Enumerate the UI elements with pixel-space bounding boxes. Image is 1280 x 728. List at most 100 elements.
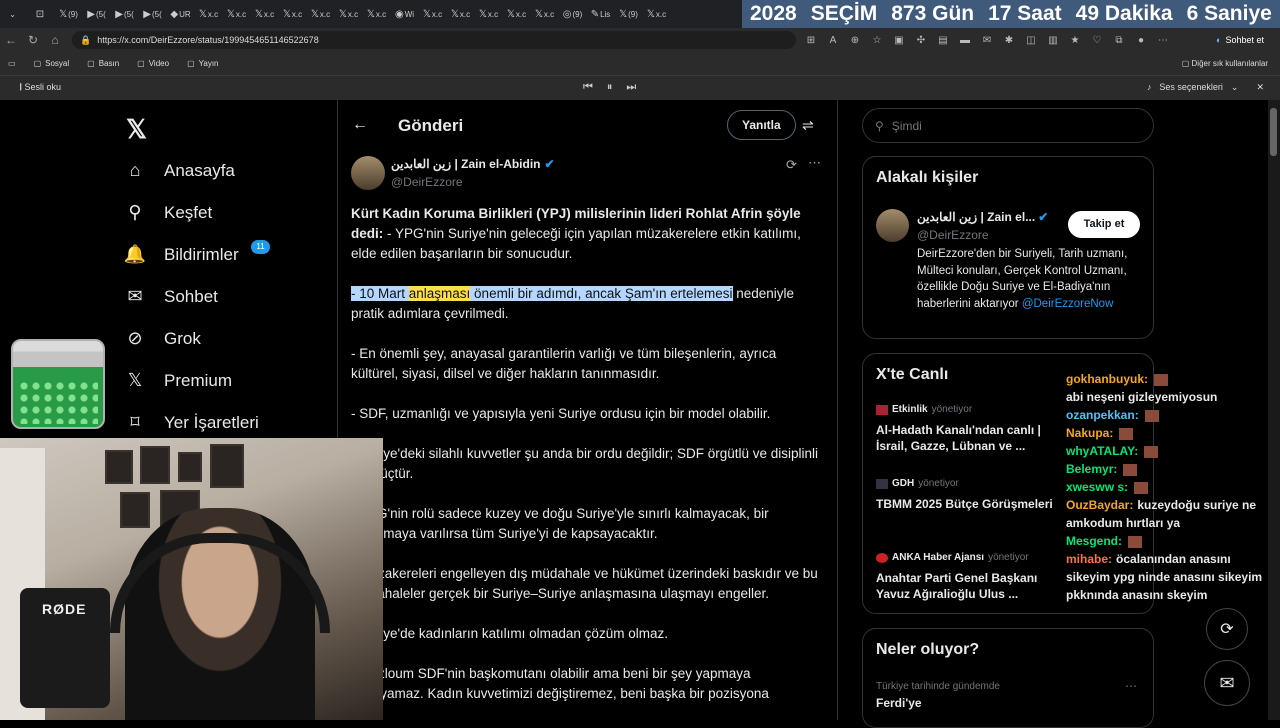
browser-tab[interactable]: ⊡: [28, 4, 53, 24]
nav-label: Grok: [164, 328, 201, 348]
messages-floating-icon[interactable]: ✉: [1204, 660, 1250, 706]
ext-game-icon[interactable]: ✣: [910, 35, 932, 46]
browser-tab[interactable]: 𝕏x.c: [532, 4, 557, 24]
search-input[interactable]: ⚲ Şimdi: [862, 108, 1154, 143]
bookmark-folder-yayin[interactable]: ▢ Yayın: [187, 59, 218, 68]
browser-tab[interactable]: ▶ (5(: [140, 4, 165, 24]
author-avatar[interactable]: [351, 156, 385, 190]
browser-tab[interactable]: 𝕏x.c: [336, 4, 361, 24]
nav-notifications[interactable]: 🔔 Bildirimler: [122, 244, 239, 265]
chat-message: ozanpekkan:: [1066, 406, 1276, 424]
follow-button[interactable]: Takip et: [1068, 211, 1140, 238]
folder-icon: ▢: [33, 59, 42, 68]
browser-tab[interactable]: 𝕏 (9): [56, 4, 81, 24]
reply-button[interactable]: Yanıtla: [727, 110, 796, 140]
bookmark-folder-basin[interactable]: ▢ Basın: [87, 59, 119, 68]
extensions-icon[interactable]: ✱: [998, 35, 1020, 46]
previous-icon[interactable]: ⏮: [583, 81, 593, 94]
grok-floating-icon[interactable]: ⟳: [1206, 608, 1248, 650]
browser-tab[interactable]: 𝕏x.c: [476, 4, 501, 24]
trend-name[interactable]: Ferdi'ye: [876, 696, 922, 710]
search-icon: ⚲: [128, 202, 142, 222]
nav-grok[interactable]: ⊘ Grok: [122, 328, 201, 349]
browser-essentials-icon[interactable]: ♡: [1086, 35, 1108, 46]
browser-tab[interactable]: ✎ Lis: [588, 4, 613, 24]
read-icon[interactable]: A: [822, 35, 844, 46]
split-screen-icon[interactable]: ◫: [1020, 35, 1042, 46]
browser-tab[interactable]: 𝕏x.c: [224, 4, 249, 24]
reply-settings-icon[interactable]: ⇌: [802, 117, 814, 134]
nav-premium[interactable]: 𝕏 Premium: [122, 370, 232, 391]
next-icon[interactable]: ⏭: [626, 81, 636, 94]
url-field[interactable]: 🔒 https://x.com/DeirEzzore/status/1999454…: [72, 31, 796, 49]
browser-tab[interactable]: 𝕏x.c: [420, 4, 445, 24]
browser-tab[interactable]: ▶ (5(: [112, 4, 137, 24]
back-arrow-icon[interactable]: ←: [352, 116, 368, 134]
bio-link[interactable]: @DeirEzzoreNow: [1022, 298, 1114, 310]
refresh-icon[interactable]: ↻: [22, 33, 44, 47]
ext-mail-icon[interactable]: ✉: [976, 35, 998, 46]
ext-ublock-icon[interactable]: ▣: [888, 35, 910, 46]
post-lead-rest: - YPG'nin Suriye'nin geleceği için yapıl…: [351, 226, 801, 261]
ext-green-icon[interactable]: ▬: [954, 35, 976, 46]
browser-tab[interactable]: 𝕏x.c: [504, 4, 529, 24]
read-aloud-button[interactable]: 𝄃 Sesli oku: [20, 82, 61, 93]
related-user-name[interactable]: زين العابدين | Zain el... ✔: [917, 210, 1048, 224]
tab-menu-icon[interactable]: ⌄: [0, 4, 25, 24]
x-logo-icon[interactable]: 𝕏: [126, 114, 147, 145]
browser-tab[interactable]: 𝕏x.c: [308, 4, 333, 24]
more-icon[interactable]: ⋯: [1152, 35, 1174, 46]
favorites-icon[interactable]: ★: [1064, 35, 1086, 46]
nav-messages[interactable]: ✉ Sohbet: [122, 286, 217, 307]
author-handle[interactable]: @DeirEzzore: [391, 175, 463, 189]
live-item[interactable]: Etkinlik yönetiyor Al-Hadath Kanalı'ndan …: [876, 404, 1066, 454]
close-icon[interactable]: ✕: [1256, 82, 1264, 93]
live-item[interactable]: GDH yönetiyor TBMM 2025 Bütçe Görüşmeleri: [876, 478, 1066, 512]
browser-tab[interactable]: ◆ UR: [168, 4, 193, 24]
mic-brand-label: RØDE: [42, 601, 87, 617]
avatar[interactable]: [876, 209, 909, 242]
favorite-icon[interactable]: ☆: [866, 35, 888, 46]
profile-avatar[interactable]: ●: [1130, 35, 1152, 46]
browser-tab[interactable]: 𝕏x.c: [448, 4, 473, 24]
sidebar-icon[interactable]: ▥: [1042, 35, 1064, 46]
ext-image-icon[interactable]: ▤: [932, 35, 954, 46]
zoom-icon[interactable]: ⊕: [844, 35, 866, 46]
bookmark-folder-video[interactable]: ▢ Video: [137, 59, 169, 68]
countdown-hours: 17 Saat: [988, 2, 1062, 25]
live-title: Anahtar Parti Genel Başkanı Yavuz Ağıral…: [876, 571, 1038, 601]
post-paragraph: Kürt Kadın Koruma Birlikleri (YPJ) milis…: [351, 204, 826, 264]
bookmark-folder-sosyal[interactable]: ▢ Sosyal: [34, 59, 70, 68]
scrollbar-thumb[interactable]: [1270, 108, 1277, 156]
chat-username: gokhanbuyuk:: [1066, 372, 1149, 386]
browser-tab[interactable]: 𝕏x.c: [252, 4, 277, 24]
back-icon[interactable]: ←: [0, 33, 22, 47]
related-user-handle[interactable]: @DeirEzzore: [917, 228, 989, 242]
author-name[interactable]: زين العابدين | Zain el-Abidin ✔: [391, 157, 555, 171]
grok-explain-icon[interactable]: ⟳: [786, 157, 797, 173]
nav-home[interactable]: ⌂ Anasayfa: [122, 160, 235, 181]
live-item[interactable]: ANKA Haber Ajansı yönetiyor Anahtar Parti…: [876, 552, 1066, 602]
voice-options[interactable]: ♪ Ses seçenekleri ⌄ ✕: [1147, 82, 1264, 93]
more-options-icon[interactable]: ⋯: [808, 155, 821, 171]
browser-tab[interactable]: 𝕏x.c: [280, 4, 305, 24]
collections-icon[interactable]: ⧉: [1108, 35, 1130, 46]
copilot-chat-button[interactable]: ◐ Sohbet et: [1210, 31, 1270, 49]
browser-tab[interactable]: ◉ Wi: [392, 4, 417, 24]
extension-icon[interactable]: ⊞: [800, 35, 822, 46]
home-icon[interactable]: ⌂: [44, 33, 66, 47]
browser-tab[interactable]: 𝕏 (9): [616, 4, 641, 24]
browser-tab[interactable]: 𝕏x.c: [364, 4, 389, 24]
nav-label: Yer İşaretleri: [164, 412, 259, 432]
pause-icon[interactable]: ⏸: [607, 81, 613, 94]
browser-tab[interactable]: 𝕏x.c: [644, 4, 669, 24]
nav-bookmarks[interactable]: ⌑ Yer İşaretleri: [122, 412, 259, 433]
nav-explore[interactable]: ⚲ Keşfet: [122, 202, 212, 223]
browser-tab[interactable]: 𝕏x.c: [196, 4, 221, 24]
countdown-minutes: 49 Dakika: [1075, 2, 1173, 25]
more-options-icon[interactable]: ⋯: [1125, 679, 1137, 693]
browser-tab[interactable]: ▶ (5(: [84, 4, 109, 24]
browser-tab[interactable]: ◎ (9): [560, 4, 585, 24]
other-bookmarks[interactable]: ▢ Diğer sık kullanılanlar: [1182, 59, 1268, 68]
reading-list-icon[interactable]: ▭: [8, 59, 16, 68]
